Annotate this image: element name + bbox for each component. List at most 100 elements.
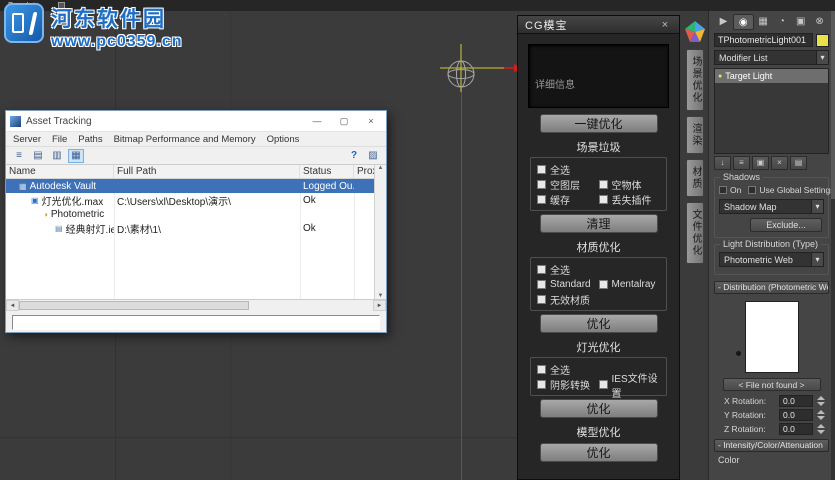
display-tab-icon[interactable]: ▣ xyxy=(791,14,810,30)
scrollbar-track[interactable] xyxy=(19,300,373,311)
help-icon[interactable]: ? xyxy=(346,149,362,163)
modifier-list-dropdown[interactable]: Modifier List ▾ xyxy=(714,50,829,65)
scrollbar-thumb[interactable] xyxy=(19,301,250,310)
menu-options[interactable]: Options xyxy=(267,134,300,145)
photometric-light-gizmo[interactable] xyxy=(432,42,527,94)
hierarchy-tab-icon[interactable]: ▦ xyxy=(754,14,773,30)
checkbox-shadow-convert[interactable]: 阴影转换 xyxy=(537,377,599,392)
modify-tab-icon[interactable]: ◉ xyxy=(732,14,754,30)
utilities-tab-icon[interactable]: ⊗ xyxy=(810,14,829,30)
configure-modifier-sets-icon[interactable]: ▤ xyxy=(790,156,807,170)
checkbox-select-all[interactable]: 全选 xyxy=(537,162,660,177)
checkbox-standard[interactable]: Standard xyxy=(537,277,599,292)
spinner-down-icon[interactable] xyxy=(816,416,825,420)
show-end-result-icon[interactable]: ≡ xyxy=(733,156,750,170)
asset-path: C:\Users\xl\Desktop\演示\ xyxy=(117,196,231,208)
list-view-icon[interactable]: ▤ xyxy=(30,149,46,163)
object-name-input[interactable]: TPhotometricLight001 xyxy=(714,33,813,47)
checkbox-ies-file-settings[interactable]: IES文件设置 xyxy=(598,374,661,400)
minimize-button[interactable]: — xyxy=(306,116,328,126)
column-header-full-path[interactable]: Full Path xyxy=(114,165,300,178)
shadow-type-dropdown[interactable]: Shadow Map ▾ xyxy=(719,199,824,214)
table-row-max-file[interactable]: ▣ 灯光优化.max C:\Users\xl\Desktop\演示\ Ok xyxy=(6,193,386,208)
shadows-on-checkbox[interactable]: On xyxy=(719,185,741,195)
checkbox-label: 空物体 xyxy=(611,181,642,192)
z-rotation-input[interactable]: 0.0 xyxy=(779,423,813,435)
checkbox-cache[interactable]: 缓存 xyxy=(537,192,599,207)
create-tab-icon[interactable]: ▶ xyxy=(714,14,733,30)
material-optimize-button[interactable]: 优化 xyxy=(539,314,658,333)
checkbox-label: 丢失插件 xyxy=(611,196,652,207)
scroll-up-icon[interactable]: ▲ xyxy=(378,165,384,171)
checkbox-mentalray[interactable]: Mentalray xyxy=(598,277,661,292)
menu-bitmap-performance[interactable]: Bitmap Performance and Memory xyxy=(114,134,256,145)
side-tab-material[interactable]: 材质 xyxy=(686,159,704,197)
vertical-scrollbar[interactable]: ▲ ▼ xyxy=(374,165,386,299)
light-distribution-dropdown[interactable]: Photometric Web ▾ xyxy=(719,252,824,267)
intensity-rollout-header[interactable]: - Intensity/Color/Attenuation xyxy=(714,439,829,452)
checkbox-empty-layers[interactable]: 空图层 xyxy=(537,177,599,192)
menu-file[interactable]: File xyxy=(52,134,67,145)
table-row-ies-file[interactable]: ▤经典射灯.ies D:\素材\1\ Ok xyxy=(6,221,386,236)
x-rotation-input[interactable]: 0.0 xyxy=(779,395,813,407)
side-tab-render[interactable]: 渲染 xyxy=(686,116,704,154)
y-rotation-spinner[interactable] xyxy=(816,410,825,420)
close-icon[interactable]: × xyxy=(658,19,672,31)
panel-scrollbar[interactable] xyxy=(831,11,835,480)
model-optimize-button[interactable]: 优化 xyxy=(539,443,658,462)
cg-logo-icon[interactable] xyxy=(684,20,706,44)
asset-tracking-window: Asset Tracking — ▢ × Server File Paths B… xyxy=(5,110,387,333)
toolbar: ≡ ▤ ▥ ▦ ? ▨ xyxy=(6,147,386,165)
scroll-left-icon[interactable]: ◄ xyxy=(6,300,19,311)
scroll-right-icon[interactable]: ► xyxy=(373,300,386,311)
side-tab-scene-optimize[interactable]: 场景优化 xyxy=(686,49,704,111)
checkbox-box xyxy=(537,280,546,289)
horizontal-scrollbar[interactable]: ◄ ► xyxy=(6,299,386,311)
asset-status: Logged Ou... xyxy=(303,180,354,192)
checkbox-invalid-materials[interactable]: 无效材质 xyxy=(537,292,660,307)
table-row-photometric[interactable]: ◑ Photometric xyxy=(6,207,386,221)
light-optimize-button[interactable]: 优化 xyxy=(539,399,658,418)
make-unique-icon[interactable]: ▣ xyxy=(752,156,769,170)
cg-panel-titlebar[interactable]: CG模宝 × xyxy=(518,16,679,34)
column-header-status[interactable]: Status xyxy=(300,165,354,178)
stack-item-target-light[interactable]: ● Target Light xyxy=(715,69,828,83)
y-rotation-input[interactable]: 0.0 xyxy=(779,409,813,421)
asset-tracking-titlebar[interactable]: Asset Tracking — ▢ × xyxy=(6,111,386,132)
settings-icon[interactable]: ▨ xyxy=(365,149,381,163)
file-not-found-button[interactable]: < File not found > xyxy=(722,378,821,391)
checkbox-empty-objects[interactable]: 空物体 xyxy=(598,177,661,192)
x-rotation-spinner[interactable] xyxy=(816,396,825,406)
side-tab-file-optimize[interactable]: 文件优化 xyxy=(686,202,704,264)
scroll-down-icon[interactable]: ▼ xyxy=(378,293,384,299)
checkbox-select-all[interactable]: 全选 xyxy=(537,262,660,277)
use-global-settings-checkbox[interactable]: Use Global Settings xyxy=(748,185,834,195)
menu-paths[interactable]: Paths xyxy=(78,134,102,145)
close-button[interactable]: × xyxy=(360,116,382,126)
spinner-down-icon[interactable] xyxy=(816,430,825,434)
pin-stack-icon[interactable]: ↓ xyxy=(714,156,731,170)
motion-tab-icon[interactable]: ◔ xyxy=(772,14,791,30)
maximize-button[interactable]: ▢ xyxy=(333,116,355,127)
exclude-button[interactable]: Exclude... xyxy=(750,218,822,232)
checkbox-box xyxy=(537,295,546,304)
table-view-icon[interactable]: ▦ xyxy=(68,148,84,163)
object-color-swatch[interactable] xyxy=(816,33,829,47)
checkbox-missing-plugins[interactable]: 丢失插件 xyxy=(598,192,661,207)
details-view-icon[interactable]: ▥ xyxy=(49,149,65,163)
clean-button[interactable]: 清理 xyxy=(539,214,658,233)
table-row-autodesk-vault[interactable]: ▦Autodesk Vault Logged Ou... xyxy=(6,179,386,193)
spinner-up-icon[interactable] xyxy=(816,424,825,428)
asset-path: D:\素材\1\ xyxy=(117,224,161,236)
menu-server[interactable]: Server xyxy=(13,134,41,145)
one-click-optimize-button[interactable]: 一键优化 xyxy=(539,114,658,133)
column-header-name[interactable]: Name xyxy=(6,165,114,178)
refresh-icon[interactable]: ≡ xyxy=(11,149,27,163)
distribution-rollout-header[interactable]: - Distribution (Photometric Web) xyxy=(714,281,829,294)
remove-modifier-icon[interactable]: × xyxy=(771,156,788,170)
spinner-up-icon[interactable] xyxy=(816,410,825,414)
spinner-up-icon[interactable] xyxy=(816,396,825,400)
z-rotation-spinner[interactable] xyxy=(816,424,825,434)
spinner-down-icon[interactable] xyxy=(816,402,825,406)
scrollbar-thumb[interactable] xyxy=(831,11,835,199)
